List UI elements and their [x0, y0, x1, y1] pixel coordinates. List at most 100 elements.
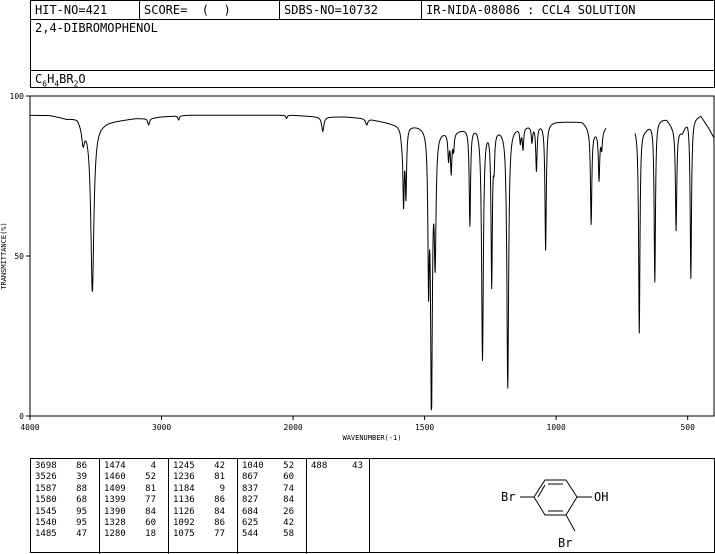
x-tick-label: 1500 [415, 423, 434, 432]
peak-table-column: 1474 4 1460 52 1409 81 1399 77 1390 84 1328 60 1280 1… [100, 459, 169, 554]
peak-transmittance: 84 [283, 495, 294, 506]
peak-transmittance: 81 [145, 483, 156, 494]
double-bond [537, 484, 546, 498]
peak-row: 1092 86 [169, 518, 237, 529]
peak-row: 1474 4 [100, 461, 168, 472]
peak-wavenumber: 1409 [104, 483, 126, 494]
peak-table-column: 1245 42 1236 81 1184 9 1136 86 1126 84 1092 86 1075 7… [169, 459, 238, 554]
peak-wavenumber: 1136 [173, 495, 195, 506]
peak-transmittance: 9 [219, 483, 225, 494]
peak-row: 488 43 [307, 461, 369, 472]
peak-wavenumber: 867 [242, 472, 259, 483]
peak-wavenumber: 1580 [35, 495, 57, 506]
ir-spectrum-chart: 4000 3000 2000 1500 1000 500100500 WAVENUMBER… [0, 92, 715, 442]
peak-wavenumber: 625 [242, 518, 259, 529]
peak-row: 837 74 [238, 484, 306, 495]
peak-row: 3526 39 [31, 472, 99, 483]
peak-wavenumber: 3698 [35, 461, 57, 471]
peak-row: 1460 52 [100, 472, 168, 483]
structure-box: Br OH Br [369, 458, 715, 553]
peak-row: 625 42 [238, 518, 306, 529]
peak-row: 3698 86 [31, 461, 99, 472]
peak-row: 1409 81 [100, 484, 168, 495]
peak-wavenumber: 1390 [104, 506, 126, 517]
x-tick-label: 500 [680, 423, 695, 432]
peak-table-column: 1040 52 867 60 837 74 827 84 684 26 625 42 544 58 [238, 459, 307, 554]
peak-wavenumber: 1540 [35, 518, 57, 529]
peak-transmittance: 95 [76, 506, 87, 517]
peak-transmittance: 86 [214, 495, 225, 506]
peak-table-column: 3698 86 3526 39 1587 88 1580 68 1545 95 1540 95 1485… [31, 459, 100, 554]
peak-wavenumber: 837 [242, 483, 259, 494]
peak-transmittance: 86 [214, 518, 225, 529]
peak-transmittance: 77 [214, 529, 225, 540]
peak-transmittance: 95 [76, 518, 87, 529]
peak-transmittance: 47 [76, 529, 87, 540]
peak-row: 544 58 [238, 529, 306, 540]
peak-transmittance: 74 [283, 483, 294, 494]
peak-transmittance: 39 [76, 472, 87, 483]
peak-row: 1399 77 [100, 495, 168, 506]
peak-row: 1136 86 [169, 495, 237, 506]
peak-row: 1587 88 [31, 484, 99, 495]
peak-row: 1580 68 [31, 495, 99, 506]
peak-transmittance: 81 [214, 472, 225, 483]
peak-row: 1126 84 [169, 507, 237, 518]
peak-wavenumber: 1485 [35, 529, 57, 540]
x-tick-label: 4000 [20, 423, 39, 432]
molecule-structure: Br OH Br [501, 479, 608, 550]
peak-transmittance: 60 [283, 472, 294, 483]
peak-wavenumber: 1460 [104, 472, 126, 483]
peak-wavenumber: 1075 [173, 529, 195, 540]
peak-wavenumber: 1587 [35, 483, 57, 494]
peak-transmittance: 84 [214, 506, 225, 517]
peak-row: 1328 60 [100, 518, 168, 529]
br-left-label: Br [501, 490, 515, 504]
plot-frame [29, 95, 715, 417]
oh-label: OH [594, 490, 608, 504]
peak-wavenumber: 488 [311, 461, 328, 471]
peak-wavenumber: 3526 [35, 472, 57, 483]
peak-row: 1280 18 [100, 529, 168, 540]
peak-row: 1245 42 [169, 461, 237, 472]
peak-wavenumber: 1236 [173, 472, 195, 483]
peak-row: 827 84 [238, 495, 306, 506]
peak-wavenumber: 1092 [173, 518, 195, 529]
peak-wavenumber: 1126 [173, 506, 195, 517]
peak-row: 867 60 [238, 472, 306, 483]
y-tick-label: 50 [14, 252, 24, 261]
benzene-ring [533, 479, 578, 516]
br-bottom-label: Br [558, 536, 572, 550]
peak-transmittance: 68 [76, 495, 87, 506]
peak-row: 684 26 [238, 507, 306, 518]
peak-row: 1485 47 [31, 529, 99, 540]
peak-transmittance: 60 [145, 518, 156, 529]
peak-transmittance: 18 [145, 529, 156, 540]
peak-transmittance: 42 [283, 518, 294, 529]
peak-wavenumber: 1474 [104, 461, 126, 471]
x-tick-label: 2000 [283, 423, 302, 432]
x-axis-label: WAVENUMBER(-1) [342, 434, 401, 442]
peak-transmittance: 4 [150, 461, 156, 471]
peak-table: 3698 86 3526 39 1587 88 1580 68 1545 95 1540 95 1485… [30, 458, 370, 554]
y-tick-label: 0 [19, 412, 24, 421]
peak-transmittance: 86 [76, 461, 87, 471]
peak-transmittance: 52 [145, 472, 156, 483]
peak-wavenumber: 1280 [104, 529, 126, 540]
peak-transmittance: 52 [283, 461, 294, 471]
peak-wavenumber: 544 [242, 529, 259, 540]
peak-wavenumber: 1545 [35, 506, 57, 517]
peak-table-column: 488 43 [307, 459, 369, 554]
bond-br-bottom [565, 514, 576, 532]
peak-row: 1184 9 [169, 484, 237, 495]
y-axis-label: TRANSMITTANCE(%) [0, 222, 8, 289]
spectrum-line [30, 114, 715, 411]
x-tick-label: 1000 [547, 423, 566, 432]
peak-row: 1075 77 [169, 529, 237, 540]
peak-transmittance: 88 [76, 483, 87, 494]
peak-row: 1545 95 [31, 507, 99, 518]
peak-row: 1040 52 [238, 461, 306, 472]
peak-transmittance: 58 [283, 529, 294, 540]
peak-wavenumber: 1399 [104, 495, 126, 506]
peak-row: 1540 95 [31, 518, 99, 529]
